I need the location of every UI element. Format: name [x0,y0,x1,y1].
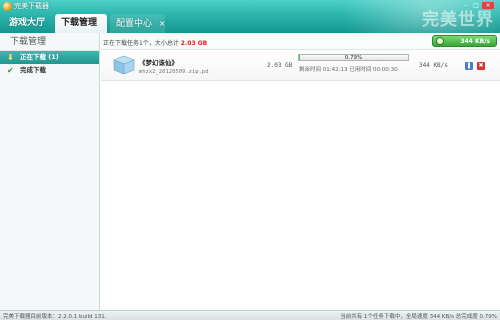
summary-total-size: 2.03 GB [180,40,208,47]
sidebar-item-label: 完成下载 [20,66,46,74]
tab-config-center[interactable]: 配置中心 × [110,14,166,33]
tab-game-hall-label: 游戏大厅 [9,18,46,28]
pause-button[interactable]: ❚ [465,62,473,70]
speed-icon [436,37,444,45]
maximize-button[interactable]: □ [472,2,480,9]
global-status-text: 当前共有 1个任务下载中，全局速度 344 KB/s 总完成度 0.79% [340,314,497,320]
progress-bar: 0.79% [298,54,409,61]
sidebar-item-completed[interactable]: ✔ 完成下载 [0,64,99,77]
sidebar-item-downloading[interactable]: ⬇ 正在下载 (1) [0,51,99,64]
download-list-panel: 正在下载任务1个，大小总计 2.03 GB 344 KB/s 《梦幻诛仙》 mh… [101,33,500,310]
package-icon [113,55,135,75]
arrow-down-icon: ⬇ [7,53,14,62]
task-speed: 344 KB/s [419,62,448,69]
speed-value: 344 KB/s [460,38,490,45]
delete-button[interactable]: ✖ [477,62,485,70]
progress-percent: 0.79% [344,55,363,61]
version-text: 完美下载器目前版本：2.2.0.1 build 131. [3,314,107,320]
summary-prefix: 正在下载任务1个，大小总计 [103,40,179,47]
task-row[interactable]: 《梦幻诛仙》 mhzx2_20120509.zip.pd 2.03 GB 0.7… [101,50,500,81]
app-logo-icon [3,2,12,11]
sidebar: 下载管理 ⬇ 正在下载 (1) ✔ 完成下载 [0,33,100,310]
minimize-button[interactable]: – [462,2,470,9]
summary-bar: 正在下载任务1个，大小总计 2.03 GB 344 KB/s [101,33,500,50]
task-size: 2.03 GB [267,62,293,69]
window-title: 完美下载器 [14,2,49,10]
tab-download-manager[interactable]: 下载管理 [55,14,107,33]
tab-close-icon[interactable]: × [159,19,166,28]
task-name: 《梦幻诛仙》 [139,59,178,67]
task-time: 剩余时间 01:42:13 已用时间 00:00:30 [299,67,398,73]
tab-game-hall[interactable]: 游戏大厅 [3,14,55,33]
tab-download-manager-label: 下载管理 [61,18,98,28]
summary-text: 正在下载任务1个，大小总计 2.03 GB [103,38,207,47]
sidebar-title: 下载管理 [0,33,99,51]
close-button[interactable]: × [482,2,494,9]
task-file-name: mhzx2_20120509.zip.pd [139,69,209,75]
title-bar: 完美下载器 游戏大厅 下载管理 配置中心 × 完美世界 – □ × [0,0,500,33]
speed-limit-button[interactable]: 344 KB/s [432,35,497,47]
check-icon: ✔ [7,66,14,75]
status-bar: 完美下载器目前版本：2.2.0.1 build 131. 当前共有 1个任务下载… [0,310,500,320]
sidebar-item-label: 正在下载 (1) [20,53,59,61]
tab-config-center-label: 配置中心 [116,19,153,29]
